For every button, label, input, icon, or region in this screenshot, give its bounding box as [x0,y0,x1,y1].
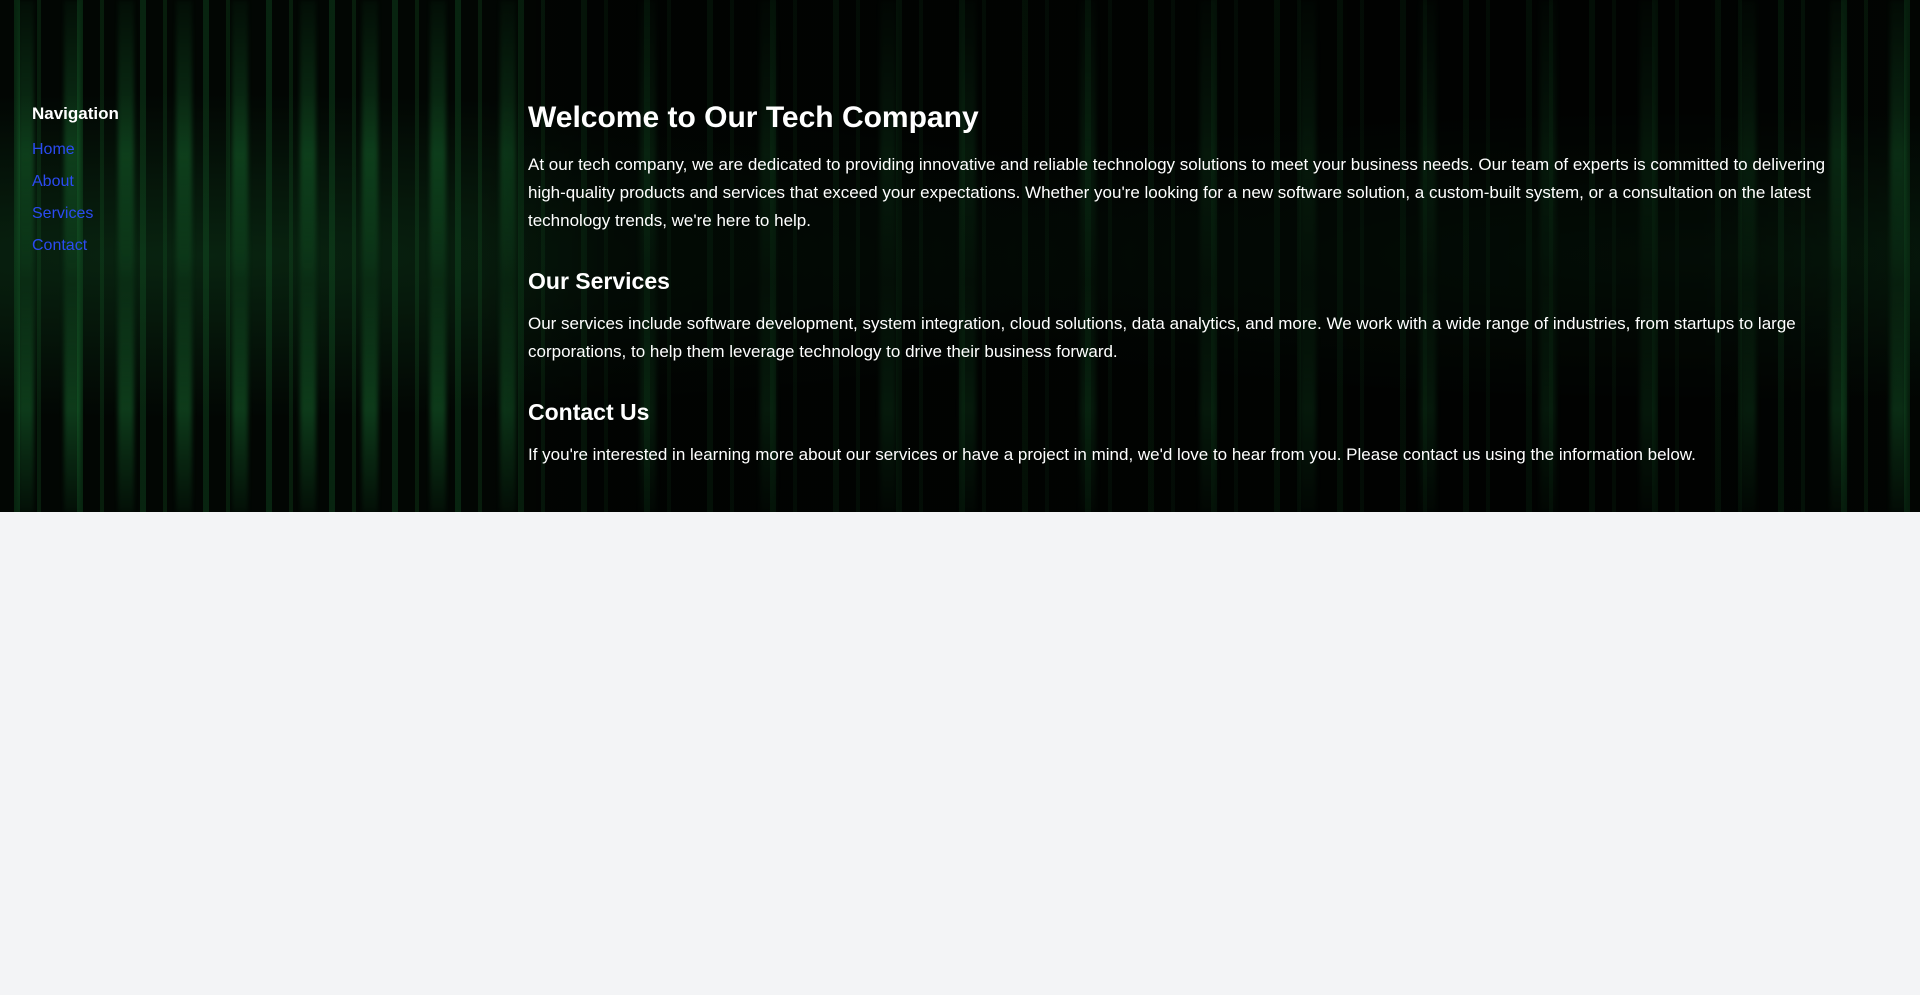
intro-paragraph: At our tech company, we are dedicated to… [528,155,1826,230]
nav-list: Home About Services Contact [32,141,332,257]
contact-heading: Contact Us [528,399,650,425]
matrix-column [362,0,378,512]
nav-item-services: Services [32,205,332,225]
sidebar-navigation: Navigation Home About Services Contact [32,104,332,269]
contact-paragraph: If you're interested in learning more ab… [528,445,1696,464]
nav-link-home[interactable]: Home [32,141,75,158]
main-content: Welcome to Our Tech Company At our tech … [528,98,1858,469]
page-title: Welcome to Our Tech Company [528,101,979,134]
hero-section: Navigation Home About Services Contact W… [0,0,1920,512]
nav-link-contact[interactable]: Contact [32,237,87,254]
nav-item-about: About [32,173,332,193]
services-heading: Our Services [528,268,670,294]
nav-item-contact: Contact [32,237,332,257]
nav-link-about[interactable]: About [32,173,74,190]
nav-title: Navigation [32,104,119,123]
services-paragraph: Our services include software developmen… [528,314,1796,361]
nav-item-home: Home [32,141,332,161]
matrix-column [430,0,446,512]
nav-link-services[interactable]: Services [32,205,93,222]
